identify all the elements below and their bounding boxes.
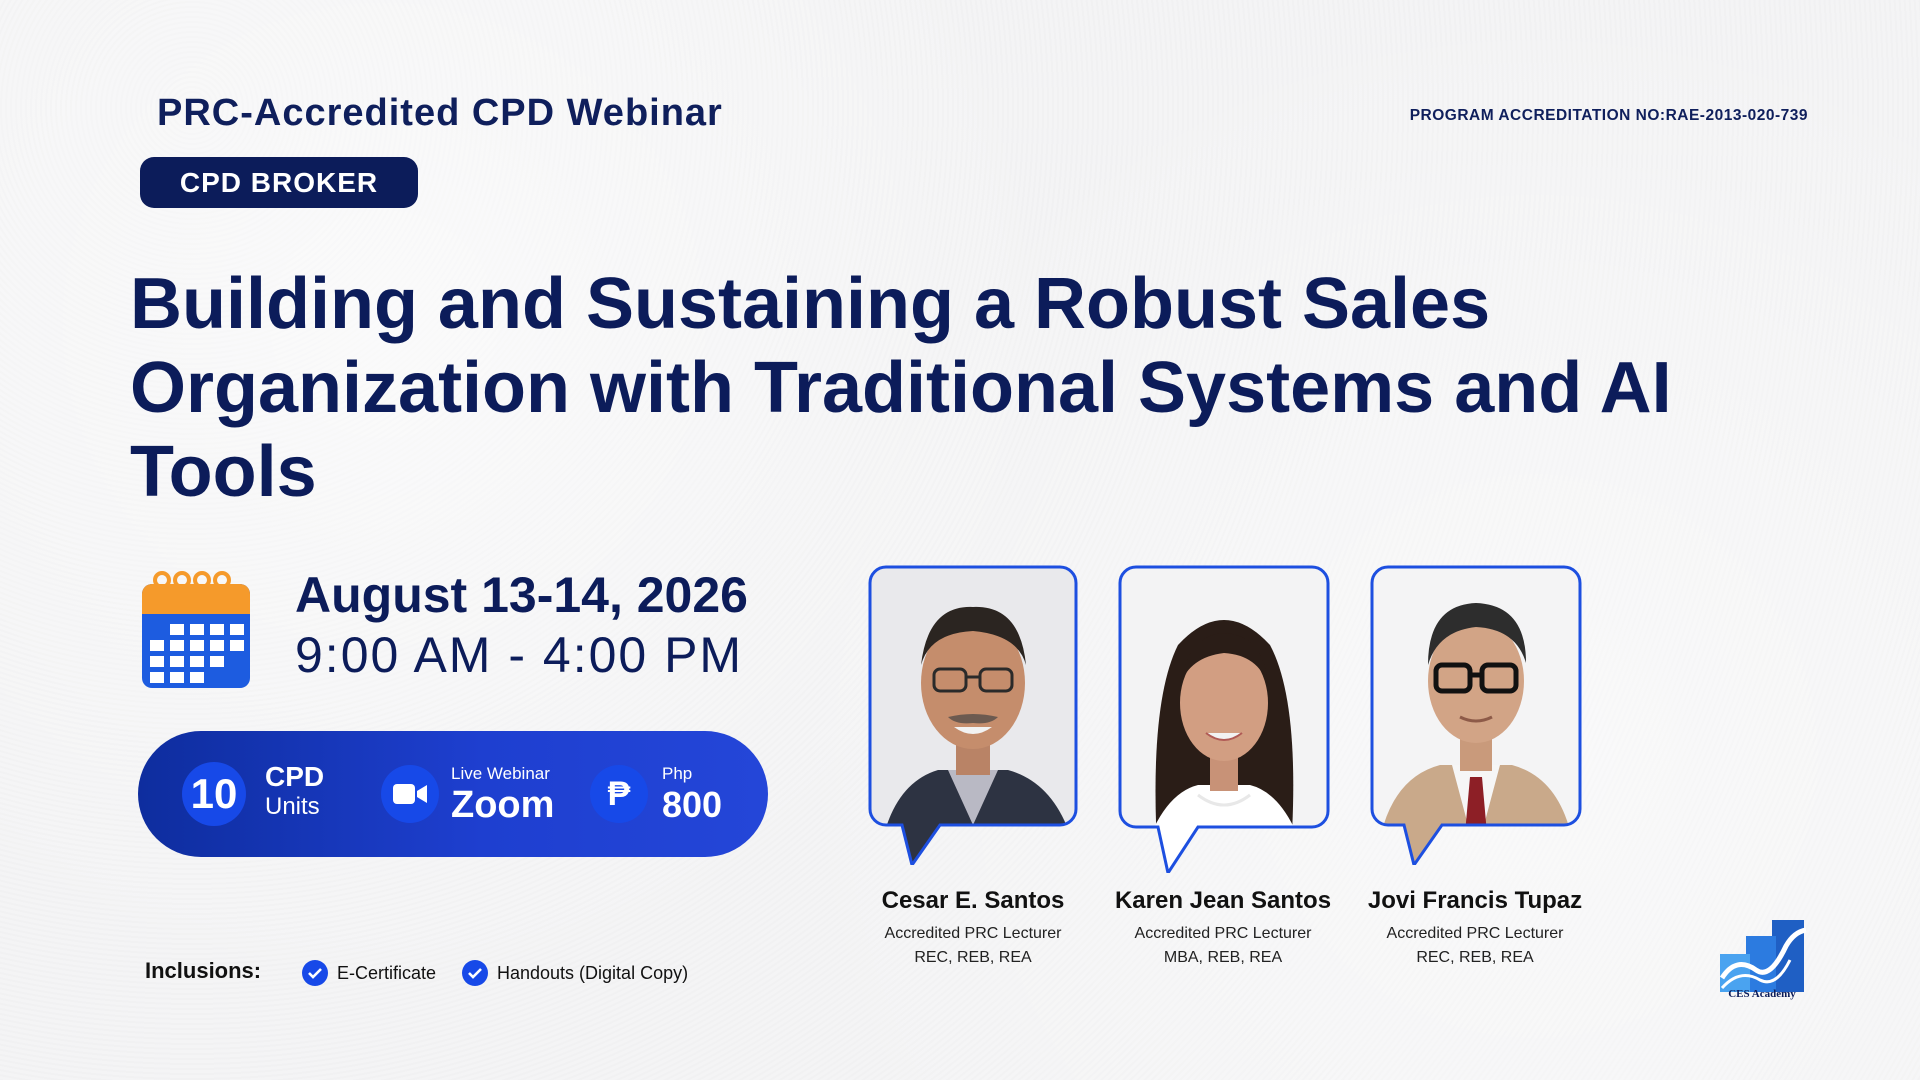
speaker-name: Jovi Francis Tupaz bbox=[1367, 887, 1583, 914]
cpd-units-title: CPD bbox=[265, 761, 325, 792]
checkmark-icon bbox=[462, 960, 488, 986]
logo-text: CES Academy bbox=[1728, 988, 1796, 1000]
currency-label: Php bbox=[662, 764, 693, 783]
header-title: PRC-Accredited CPD Webinar bbox=[157, 92, 723, 134]
webinar-title: Building and Sustaining a Robust Sales O… bbox=[130, 262, 1810, 514]
speaker-role: Accredited PRC Lecturer bbox=[1386, 925, 1564, 942]
cpd-units-subtitle: Units bbox=[265, 793, 320, 820]
inclusion-item: E-Certificate bbox=[302, 960, 436, 986]
webinar-title-line-3: Tools bbox=[130, 432, 317, 512]
webinar-title-line-2: Organization with Traditional Systems an… bbox=[130, 348, 1672, 428]
webinar-title-line-1: Building and Sustaining a Robust Sales bbox=[130, 264, 1491, 344]
checkmark-icon bbox=[302, 960, 328, 986]
cpd-units-badge: 10 bbox=[182, 762, 246, 826]
speaker-photo bbox=[1370, 565, 1582, 865]
cpd-broker-badge: CPD BROKER bbox=[140, 157, 418, 208]
video-camera-icon bbox=[381, 765, 439, 823]
speaker-photo bbox=[868, 565, 1078, 865]
event-info-pill: 10 CPD Units Live Webinar Zoom ₱ Php 800 bbox=[138, 731, 768, 857]
calendar-icon bbox=[142, 571, 250, 688]
inclusions-label: Inclusions: bbox=[145, 958, 262, 983]
event-time: 9:00 AM - 4:00 PM bbox=[295, 627, 744, 683]
speaker-photo bbox=[1118, 565, 1330, 873]
speaker-credentials: REC, REB, REA bbox=[1416, 949, 1534, 966]
peso-icon: ₱ bbox=[590, 765, 648, 823]
webinar-type-label: Live Webinar bbox=[451, 764, 550, 783]
inclusion-item: Handouts (Digital Copy) bbox=[462, 960, 688, 986]
accreditation-number: PROGRAM ACCREDITATION NO:RAE-2013-020-73… bbox=[1409, 107, 1808, 124]
inclusion-text: E-Certificate bbox=[337, 962, 437, 983]
price-value: 800 bbox=[662, 784, 723, 825]
event-date: August 13-14, 2026 bbox=[295, 567, 748, 623]
inclusion-text: Handouts (Digital Copy) bbox=[497, 962, 689, 983]
platform-label: Zoom bbox=[451, 784, 555, 826]
